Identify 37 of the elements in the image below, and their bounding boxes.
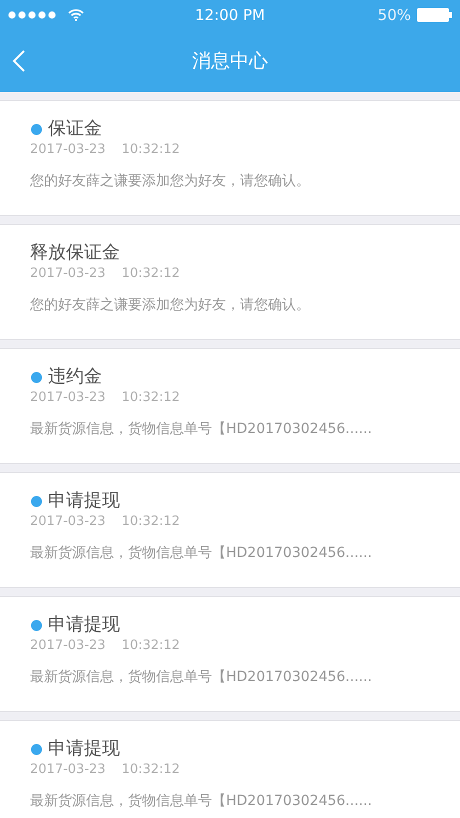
message-title: 申请提现 bbox=[48, 737, 120, 761]
battery-text: 50% bbox=[378, 6, 412, 24]
message-title: 申请提现 bbox=[48, 613, 120, 637]
message-title: 申请提现 bbox=[48, 489, 120, 513]
message-card[interactable]: 申请提现 2017-03-23 10:32:12 最新货源信息，货物信息单号【HD20170302456...... bbox=[0, 596, 460, 712]
message-date: 2017-03-23 bbox=[30, 762, 106, 777]
message-date: 2017-03-23 bbox=[30, 514, 106, 529]
page-title: 消息中心 bbox=[192, 49, 268, 74]
message-title: 违约金 bbox=[48, 365, 102, 389]
message-time: 10:32:12 bbox=[122, 514, 180, 529]
message-date: 2017-03-23 bbox=[30, 266, 106, 281]
message-title: 保证金 bbox=[48, 117, 102, 141]
message-card[interactable]: 申请提现 2017-03-23 10:32:12 最新货源信息，货物信息单号【HD20170302456...... bbox=[0, 720, 460, 818]
message-time: 10:32:12 bbox=[122, 390, 180, 405]
message-preview: 您的好友薛之谦要添加您为好友，请您确认。 bbox=[30, 172, 311, 190]
message-preview: 最新货源信息，货物信息单号【HD20170302456...... bbox=[30, 544, 373, 562]
message-card[interactable]: 释放保证金 2017-03-23 10:32:12 您的好友薛之谦要添加您为好友，请您确认。 bbox=[0, 224, 460, 340]
message-preview: 最新货源信息，货物信息单号【HD20170302456...... bbox=[30, 668, 373, 686]
message-date: 2017-03-23 bbox=[30, 142, 106, 157]
wifi-icon bbox=[68, 9, 84, 21]
message-card[interactable]: 违约金 2017-03-23 10:32:12 最新货源信息，货物信息单号【HD20170302456...... bbox=[0, 348, 460, 464]
message-preview: 最新货源信息，货物信息单号【HD20170302456...... bbox=[30, 792, 373, 810]
message-time: 10:32:12 bbox=[122, 266, 180, 281]
message-time: 10:32:12 bbox=[122, 638, 180, 653]
message-preview: 最新货源信息，货物信息单号【HD20170302456...... bbox=[30, 420, 373, 438]
message-preview: 您的好友薛之谦要添加您为好友，请您确认。 bbox=[30, 296, 311, 314]
message-time: 10:32:12 bbox=[122, 142, 180, 157]
message-time: 10:32:12 bbox=[122, 762, 180, 777]
message-date: 2017-03-23 bbox=[30, 390, 106, 405]
message-card[interactable]: 申请提现 2017-03-23 10:32:12 最新货源信息，货物信息单号【HD20170302456...... bbox=[0, 472, 460, 588]
message-card[interactable]: 保证金 2017-03-23 10:32:12 您的好友薛之谦要添加您为好友，请您确认。 bbox=[0, 100, 460, 216]
message-date: 2017-03-23 bbox=[30, 638, 106, 653]
clock-text: 12:00 PM bbox=[195, 6, 265, 24]
chevron-left-icon bbox=[12, 49, 26, 73]
battery-icon bbox=[417, 8, 452, 22]
message-title: 释放保证金 bbox=[30, 241, 120, 265]
signal-icon bbox=[8, 11, 58, 19]
